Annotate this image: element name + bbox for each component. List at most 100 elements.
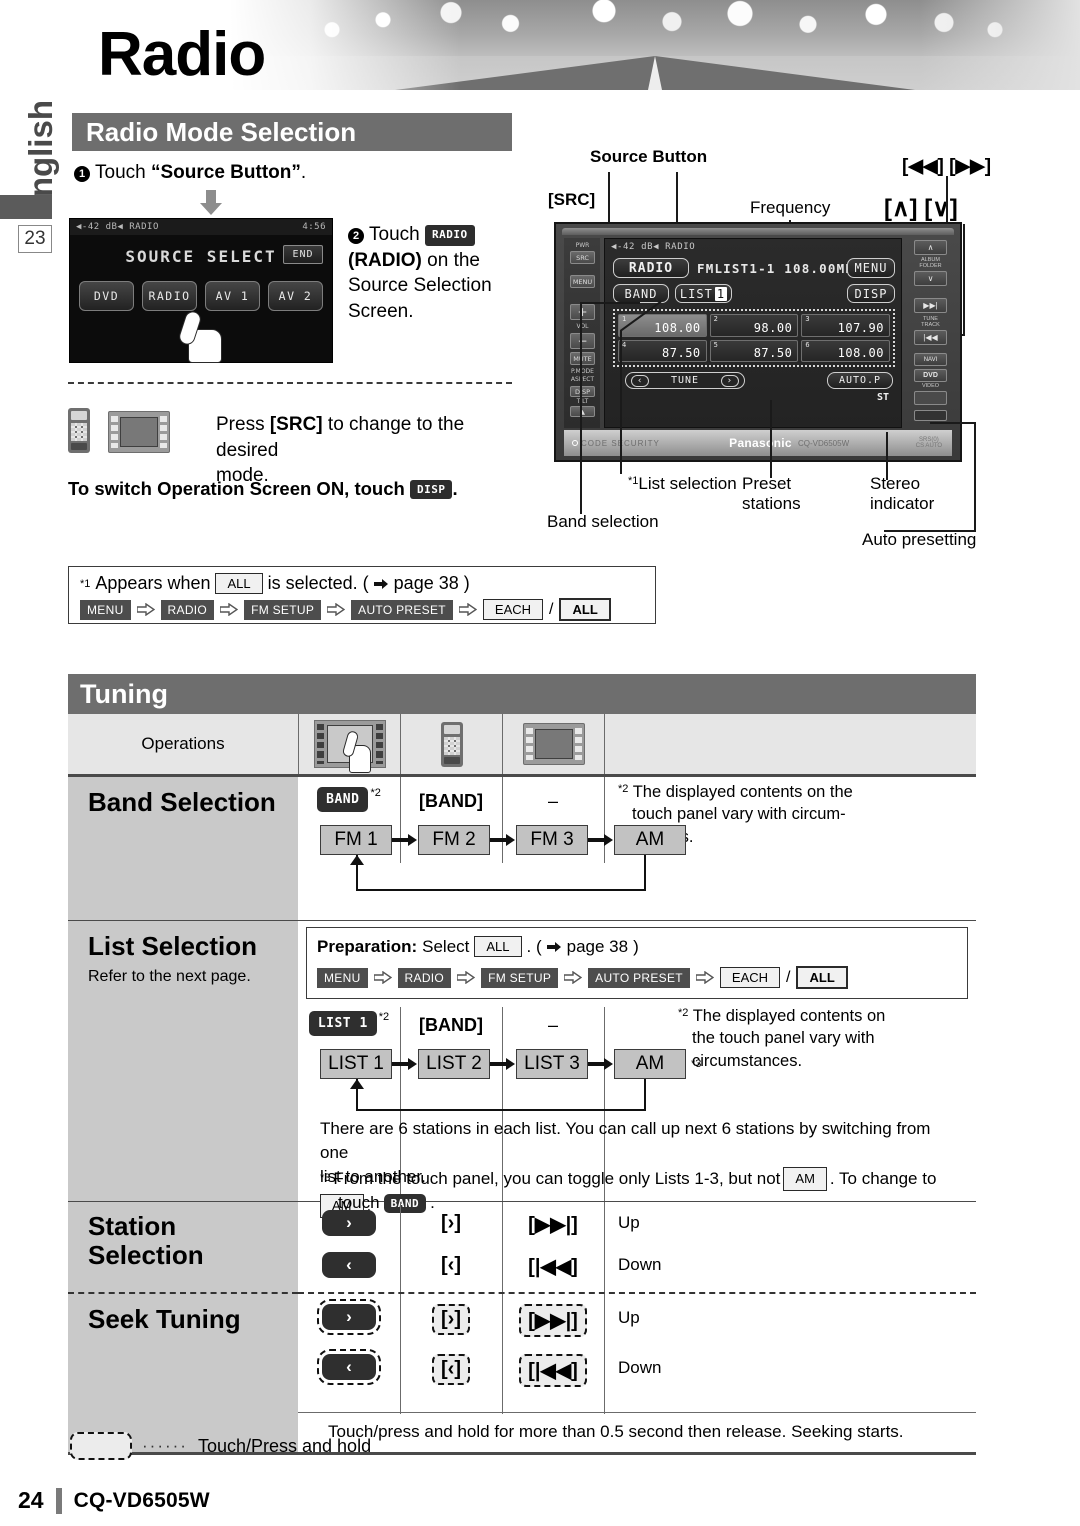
track-next-key[interactable]: ▶▶|: [914, 298, 947, 313]
station-down-touch-button[interactable]: ‹: [322, 1252, 376, 1278]
list-option-chip-all: ALL: [796, 966, 848, 989]
preparation-text-3: ): [633, 936, 639, 956]
callout-source-button: Source Button: [590, 147, 708, 166]
device-status-bar: ◀-42 dB◀ RADIO: [611, 242, 696, 252]
table-row-seek-tuning: Seek Tuning › [›] [▶▶|] Up ‹ [‹] [|◀◀] D…: [68, 1294, 976, 1455]
station-column-sep-3: [604, 1202, 605, 1292]
legend-touch-press-hold: ······ Touch/Press and hold: [70, 1432, 371, 1460]
band-note-line-2: touch panel vary with circum-: [632, 805, 846, 824]
navi-key[interactable]: NAVI: [914, 353, 947, 366]
hand-pointer-icon: [177, 309, 226, 363]
list-touch-badge[interactable]: LIST 1: [308, 1011, 377, 1036]
preset-number-5: 5: [713, 340, 718, 349]
key-eject[interactable]: ▲: [570, 406, 595, 417]
seek-up-unit-key: [▶▶|]: [519, 1304, 587, 1337]
band-selection-content: BAND *2 [BAND] – *2 The displayed conten…: [298, 777, 976, 920]
preset-button-3[interactable]: 3 107.90: [801, 314, 890, 337]
band-touch-badge[interactable]: BAND: [317, 787, 369, 812]
seek-down-unit-key: [|◀◀]: [519, 1354, 587, 1387]
status-clock: 4:56: [302, 222, 326, 232]
side-page-number: 23: [18, 225, 52, 253]
source-button-av1[interactable]: AV 1: [205, 281, 260, 311]
screen-disp-button[interactable]: DISP: [847, 284, 895, 303]
screen-auto-preset-button[interactable]: AUTO.P: [827, 372, 893, 389]
step-2-number: 2: [348, 228, 364, 245]
album-down-key[interactable]: ∨: [914, 271, 947, 286]
band-flow: FM 1 FM 2 FM 3 AM: [320, 825, 686, 855]
track-prev-key[interactable]: |◀◀: [914, 330, 947, 345]
callout-stereo-line-1: Stereo: [870, 474, 921, 493]
key-menu[interactable]: MENU: [570, 275, 595, 288]
screen-list-button[interactable]: LIST 1: [675, 284, 732, 303]
seek-up-touch-button[interactable]: ›: [317, 1299, 381, 1335]
code-security-dot-icon: [572, 440, 578, 446]
seek-note-divider: [298, 1412, 976, 1413]
callout-line-list-v: [620, 330, 622, 474]
dvd-key[interactable]: DVD: [914, 369, 947, 382]
callout-line-skip: [963, 224, 965, 334]
band-touch-star: *2: [370, 787, 381, 799]
device-right-key-column: ∧ ALBUM FOLDER ∨ ▶▶| TUNE TRACK |◀◀ NAVI…: [910, 238, 952, 428]
key-disp[interactable]: DISP: [570, 386, 595, 397]
section-heading-tuning: Tuning: [68, 674, 976, 714]
preset-button-6[interactable]: 6 108.00: [801, 339, 890, 362]
preset-number-2: 2: [713, 315, 718, 323]
preset-button-2[interactable]: 2 98.00: [709, 314, 799, 337]
preset-button-1[interactable]: 1 108.00: [618, 314, 707, 337]
tune-up-button[interactable]: ›: [720, 374, 739, 387]
tune-down-button[interactable]: ‹: [631, 374, 650, 387]
seek-down-direction: Down: [618, 1358, 662, 1377]
callout-list-text: List selection: [638, 474, 737, 493]
list-path-chip-menu: MENU: [317, 967, 368, 988]
seek-down-unit: [|◀◀]: [502, 1354, 604, 1387]
operations-label-cell: Operations: [68, 714, 298, 774]
blank-key-1[interactable]: [914, 391, 947, 405]
key-pwr-label: PWR: [575, 242, 590, 249]
key-volume-down[interactable]: −: [570, 333, 595, 349]
footnote-text-b: is selected. (: [267, 573, 369, 593]
callout-preset-stations: Preset stations: [742, 474, 801, 513]
blank-key-2[interactable]: [914, 410, 947, 421]
row-label-seek-tuning: Seek Tuning: [68, 1294, 298, 1452]
list-loop-bottom: [356, 1109, 646, 1111]
preset-button-5[interactable]: 5 87.50: [709, 339, 799, 362]
preset-value-1: 108.00: [654, 320, 701, 335]
station-up-touch: ›: [298, 1210, 400, 1236]
screen-list-button-number: 1: [714, 286, 728, 301]
all-chip: ALL: [215, 573, 263, 594]
preset-number-3: 3: [805, 315, 810, 323]
station-down-unit: [|◀◀]: [528, 1256, 578, 1278]
footnote-page-ref: page 38: [393, 573, 459, 593]
source-button-radio[interactable]: RADIO: [142, 281, 197, 311]
callout-line-autopreset-v: [974, 422, 976, 530]
step-1-bold: “Source Button”: [150, 162, 301, 183]
list-body-line-1: There are 6 stations in each list. You c…: [320, 1119, 931, 1162]
list-note-line-1: The displayed contents on: [692, 1007, 886, 1025]
path-arrow-icon-3: [564, 971, 583, 984]
preset-button-4[interactable]: 4 87.50: [618, 339, 707, 362]
key-mute[interactable]: MUTE: [570, 352, 595, 365]
src-note-icons: [68, 408, 170, 453]
band-flow-fm1: FM 1: [320, 825, 392, 855]
list-flow-arrow-1: [392, 1049, 418, 1079]
row-label-list-selection: List Selection Refer to the next page.: [68, 921, 298, 1201]
srs-logo-icon: SRS(0) CS AUTO: [916, 437, 942, 450]
end-button[interactable]: END: [283, 245, 323, 264]
screen-source-button[interactable]: RADIO: [613, 258, 689, 278]
album-up-key[interactable]: ∧: [914, 240, 947, 255]
path-chip-menu: MENU: [80, 599, 131, 620]
source-button-av2[interactable]: AV 2: [268, 281, 323, 311]
screen-status-bar: ◀-42 dB◀ RADIO 4:56: [70, 219, 332, 235]
remote-control-icon: [68, 408, 90, 453]
source-button-dvd[interactable]: DVD: [79, 281, 134, 311]
step-2: 2 Touch RADIO (RADIO) on the Source Selec…: [348, 222, 528, 325]
list-path-chip-radio: RADIO: [397, 967, 452, 988]
key-src[interactable]: SRC: [570, 251, 595, 264]
key-volume-up[interactable]: +: [570, 304, 595, 320]
seek-tuning-title: Seek Tuning: [88, 1304, 241, 1334]
station-up-touch-button[interactable]: ›: [322, 1210, 376, 1236]
table-row-list-selection: List Selection Refer to the next page. P…: [68, 921, 976, 1219]
screen-menu-button[interactable]: MENU: [847, 258, 895, 278]
band-note-star: *2: [618, 783, 629, 795]
seek-down-touch-button[interactable]: ‹: [317, 1349, 381, 1385]
